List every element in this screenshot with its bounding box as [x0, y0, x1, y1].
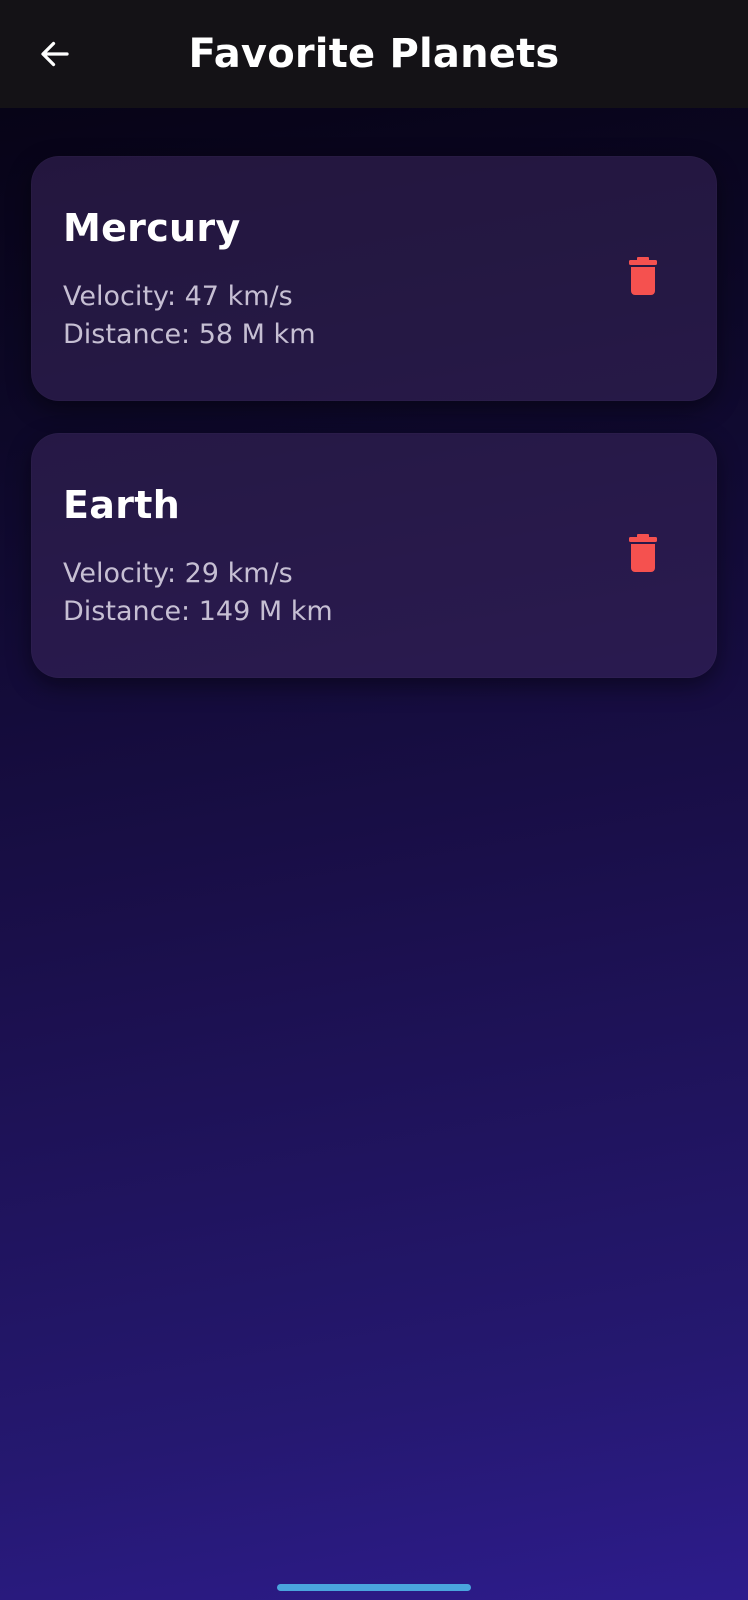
arrow-left-icon [41, 41, 69, 67]
planet-distance: Distance: 149 M km [63, 596, 333, 627]
home-indicator[interactable] [277, 1584, 471, 1591]
planet-name: Mercury [63, 206, 241, 250]
planet-distance: Distance: 58 M km [63, 319, 316, 350]
planet-velocity: Velocity: 47 km/s [63, 281, 293, 312]
favorite-planets-list: Mercury Velocity: 47 km/s Distance: 58 M… [31, 156, 717, 710]
planet-name: Earth [63, 483, 181, 527]
planet-card-mercury[interactable]: Mercury Velocity: 47 km/s Distance: 58 M… [31, 156, 717, 401]
trash-icon [629, 534, 657, 572]
page-title: Favorite Planets [188, 31, 560, 77]
delete-button[interactable] [621, 254, 665, 298]
delete-button[interactable] [621, 531, 665, 575]
back-button[interactable] [30, 29, 80, 79]
planet-velocity: Velocity: 29 km/s [63, 558, 293, 589]
app-bar: Favorite Planets [0, 0, 748, 108]
planet-card-earth[interactable]: Earth Velocity: 29 km/s Distance: 149 M … [31, 433, 717, 678]
trash-icon [629, 257, 657, 295]
